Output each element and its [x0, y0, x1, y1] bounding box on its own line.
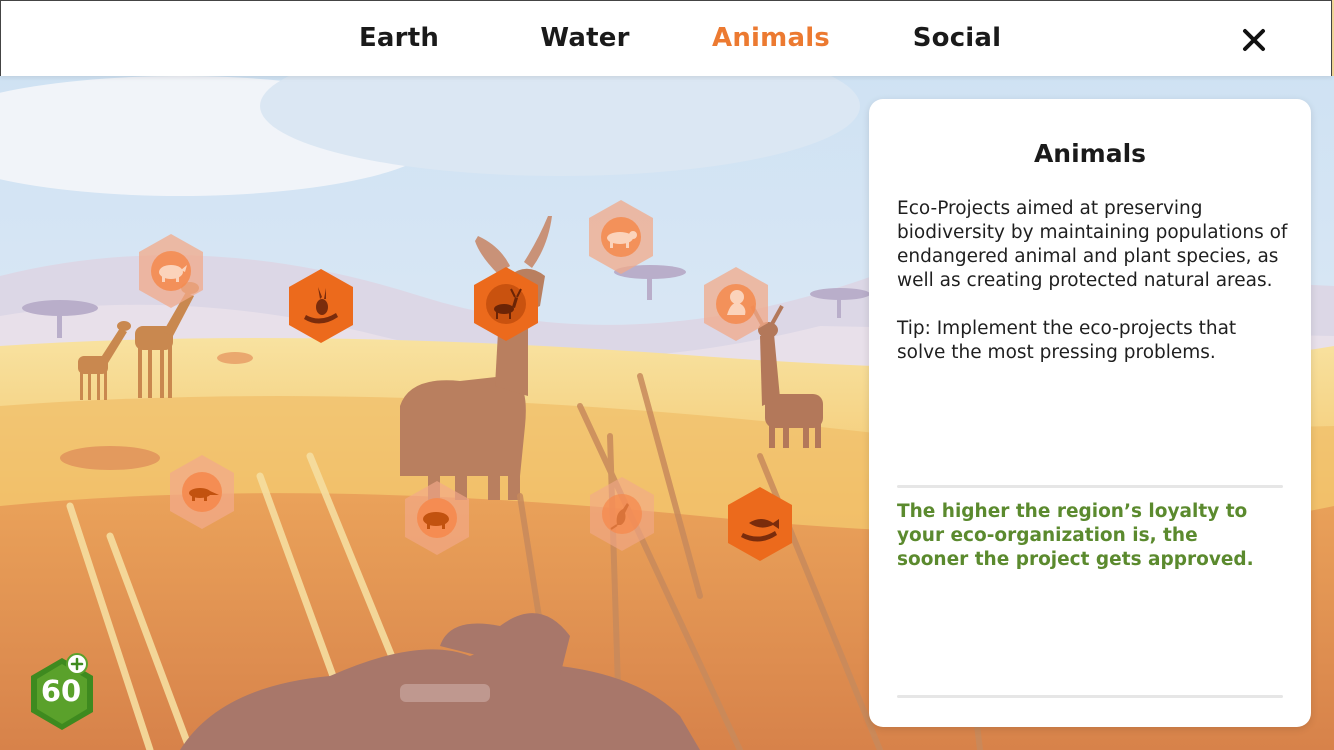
panel-loyalty-note: The higher the region’s loyalty to your …: [897, 501, 1254, 570]
divider: [897, 485, 1283, 488]
tab-earth[interactable]: Earth: [359, 23, 439, 53]
kangaroo-project[interactable]: [587, 475, 657, 553]
tiger-project[interactable]: [586, 198, 656, 276]
plus-icon: [70, 657, 84, 671]
hippo-project[interactable]: [402, 479, 472, 557]
tab-animals[interactable]: Animals: [712, 23, 830, 53]
close-button[interactable]: [1239, 21, 1269, 57]
category-info-panel: Animals Eco-Projects aimed at preserving…: [869, 99, 1311, 727]
rhino-project[interactable]: [136, 232, 206, 310]
divider: [897, 695, 1283, 698]
tab-water[interactable]: Water: [540, 23, 629, 53]
seal-project[interactable]: [701, 265, 771, 343]
add-points-button[interactable]: [66, 653, 88, 675]
tab-social[interactable]: Social: [913, 23, 1002, 53]
panel-title: Animals: [1033, 139, 1147, 168]
deer-project[interactable]: [471, 265, 541, 343]
panel-tip: Tip: Implement the eco-projects that sol…: [897, 318, 1237, 363]
category-tab-bar: Earth Water Animals Social: [0, 0, 1332, 76]
panel-description: Eco-Projects aimed at preserving biodive…: [897, 198, 1288, 291]
hare-hand-project[interactable]: [286, 267, 356, 345]
close-icon: [1243, 29, 1265, 51]
fish-hand-project[interactable]: [725, 485, 795, 563]
eco-points-value: 60: [40, 674, 82, 708]
anteater-project[interactable]: [167, 453, 237, 531]
